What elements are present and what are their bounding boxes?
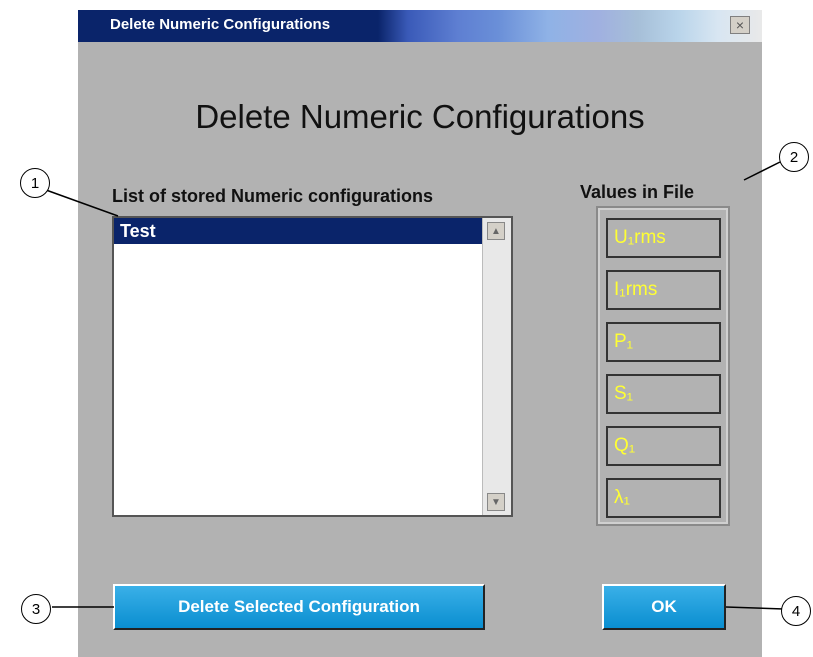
title-bar[interactable]: Delete Numeric Configurations × — [78, 10, 762, 42]
value-item-p1: P₁ — [606, 322, 721, 362]
close-icon[interactable]: × — [730, 16, 750, 34]
value-item-s1: S₁ — [606, 374, 721, 414]
values-label: Values in File — [580, 182, 695, 202]
ok-button[interactable]: OK — [602, 584, 726, 630]
callout-1: 1 — [20, 168, 50, 198]
vertical-scrollbar[interactable]: ▲ ▼ — [482, 218, 511, 515]
window-title: Delete Numeric Configurations — [110, 16, 331, 33]
callout-3: 3 — [21, 594, 51, 624]
scroll-up-icon[interactable]: ▲ — [487, 222, 505, 240]
values-panel: U₁rms I₁rms P₁ S₁ Q₁ λ₁ — [596, 206, 730, 526]
scroll-down-icon[interactable]: ▼ — [487, 493, 505, 511]
callout-4: 4 — [781, 596, 811, 626]
page-title: Delete Numeric Configurations — [195, 98, 645, 135]
delete-selected-button[interactable]: Delete Selected Configuration — [113, 584, 485, 630]
value-item-lambda1: λ₁ — [606, 478, 721, 518]
list-item[interactable]: Test — [114, 218, 483, 244]
list-label: List of stored Numeric configurations — [112, 186, 434, 206]
dialog-window: Delete Numeric Configurations × Delete N… — [78, 10, 762, 657]
value-item-i1rms: I₁rms — [606, 270, 721, 310]
callout-2: 2 — [779, 142, 809, 172]
value-item-q1: Q₁ — [606, 426, 721, 466]
configurations-listbox[interactable]: Test ▲ ▼ — [112, 216, 513, 517]
value-item-u1rms: U₁rms — [606, 218, 721, 258]
